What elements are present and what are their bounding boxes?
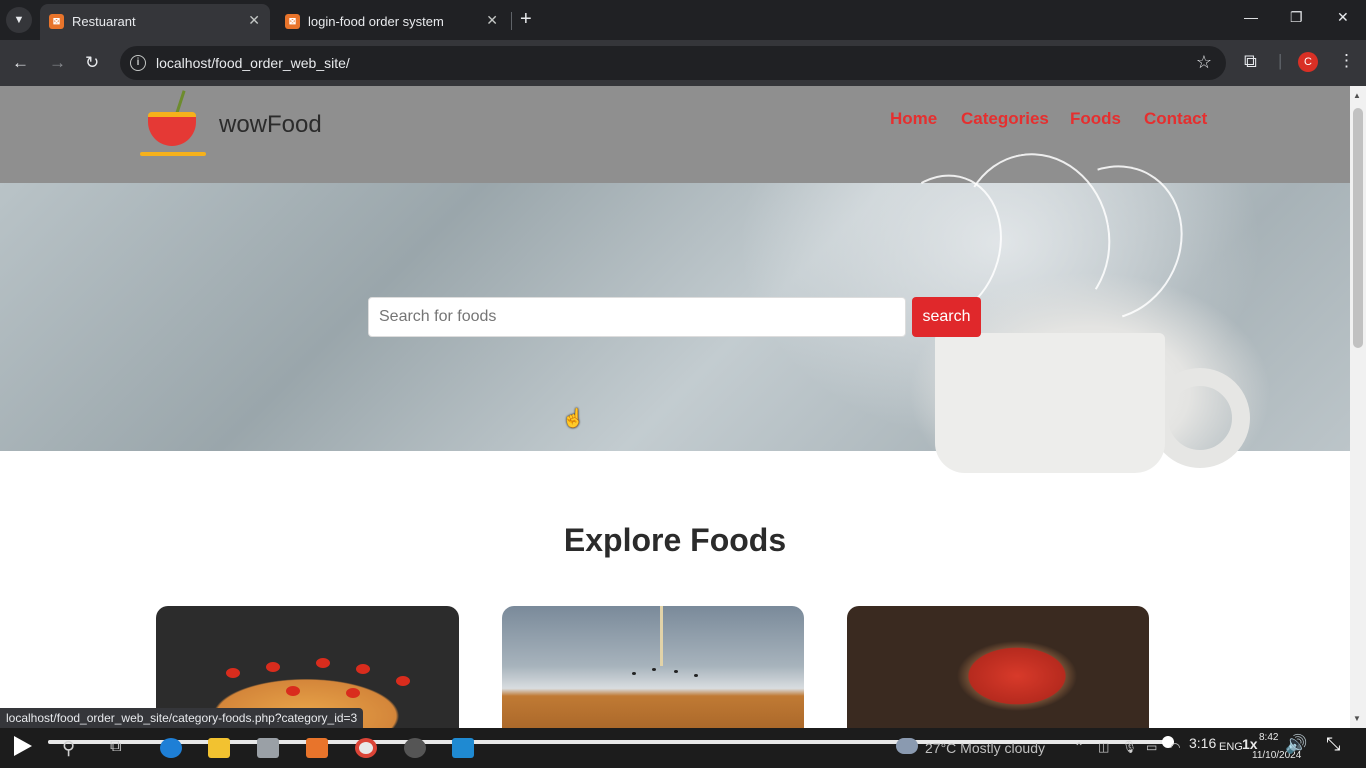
input-language[interactable]: ENG (1219, 741, 1243, 753)
pizza-topping (286, 686, 300, 696)
sesame-seed (694, 674, 698, 677)
browser-menu-kebab-icon[interactable]: ⋮ (1338, 51, 1355, 71)
minimize-icon[interactable]: — (1244, 9, 1258, 25)
address-bar[interactable]: i localhost/food_order_web_site/ ☆ (120, 46, 1226, 80)
edge-browser-icon[interactable] (160, 738, 182, 758)
reload-icon[interactable]: ↻ (85, 53, 99, 73)
address-url[interactable]: localhost/food_order_web_site/ (156, 55, 350, 71)
weather-widget[interactable]: 27°C Mostly cloudy (925, 740, 1045, 756)
bookmark-star-icon[interactable]: ☆ (1196, 52, 1212, 73)
task-view-icon[interactable]: ⧉ (110, 738, 121, 756)
search-input[interactable] (368, 297, 906, 337)
xampp-favicon-icon: ⊠ (49, 14, 64, 29)
video-player-bar: ⚲ ⧉ 27°C Mostly cloudy ⌃ ◫ 🎙 ▭ ◠ 3:16 EN… (0, 728, 1366, 768)
pizza-topping (346, 688, 360, 698)
nav-categories[interactable]: Categories (961, 109, 1049, 129)
pizza-topping (266, 662, 280, 672)
search-icon[interactable]: ⚲ (62, 738, 75, 759)
cloudy-weather-icon (896, 738, 918, 754)
microphone-icon[interactable]: 🎙 (1122, 740, 1137, 754)
play-icon[interactable] (14, 736, 32, 756)
chrome-icon[interactable] (355, 738, 377, 758)
coffee-mug-image (935, 333, 1165, 473)
browser-tab-bar: ▼ ⊠ Restuarant ✕ ⊠ login-food order syst… (0, 0, 1366, 40)
hand-cursor-icon: ☝ (562, 408, 585, 428)
tab-login-food-order[interactable]: ⊠ login-food order system ✕ (276, 4, 508, 40)
category-card-burger[interactable] (502, 606, 804, 728)
tab-title: login-food order system (308, 14, 444, 29)
close-tab-icon[interactable]: ✕ (486, 12, 498, 29)
bowl-logo-icon[interactable] (148, 112, 196, 146)
profile-avatar[interactable]: C (1298, 52, 1318, 72)
xampp-icon[interactable] (306, 738, 328, 758)
new-tab-plus-icon[interactable]: + (520, 9, 532, 29)
vscode-icon[interactable] (452, 738, 474, 758)
tab-restaurant[interactable]: ⊠ Restuarant ✕ (40, 4, 270, 40)
brand-name[interactable]: wowFood (219, 111, 322, 139)
mail-icon[interactable] (257, 738, 279, 758)
category-card-soup[interactable] (847, 606, 1149, 728)
pizza-topping (396, 676, 410, 686)
wifi-icon[interactable]: ◠ (1170, 740, 1180, 754)
pizza-topping (356, 664, 370, 674)
restore-icon[interactable]: ❐ (1290, 9, 1303, 26)
tab-title: Restuarant (72, 14, 136, 29)
sesame-seed (632, 672, 636, 675)
clock-time: 8:42 (1259, 732, 1279, 743)
tab-divider (511, 12, 512, 30)
search-button[interactable]: search (912, 297, 981, 337)
scrollbar-thumb[interactable] (1353, 108, 1363, 348)
sesame-seed (652, 668, 656, 671)
toolbar-divider: | (1278, 51, 1283, 70)
battery-icon[interactable]: ▭ (1146, 740, 1157, 754)
forward-arrow-icon[interactable]: → (49, 53, 66, 73)
site-header: wowFood Home Categories Foods Contact (0, 86, 1350, 183)
scroll-up-arrow-icon[interactable]: ▲ (1353, 91, 1361, 100)
nav-foods[interactable]: Foods (1070, 109, 1121, 129)
pizza-topping (316, 658, 330, 668)
nav-contact[interactable]: Contact (1144, 109, 1207, 129)
link-status-bar: localhost/food_order_web_site/category-f… (0, 708, 364, 728)
back-arrow-icon[interactable]: ← (12, 53, 29, 73)
section-title: Explore Foods (563, 522, 787, 558)
sesame-seed (674, 670, 678, 673)
extensions-puzzle-icon[interactable]: ⧉ (1244, 51, 1257, 71)
page-scrollbar[interactable]: ▲ ▼ (1350, 86, 1366, 728)
exit-fullscreen-icon[interactable]: ⤡ (1326, 734, 1340, 755)
volume-icon[interactable]: 🔊 (1285, 734, 1307, 755)
network-icon[interactable]: ◫ (1098, 740, 1109, 754)
tab-search-chevron-icon[interactable]: ▼ (6, 7, 32, 33)
close-tab-icon[interactable]: ✕ (248, 12, 260, 29)
page-viewport: wowFood Home Categories Foods Contact se… (0, 86, 1350, 728)
recorder-icon[interactable] (404, 738, 426, 758)
tray-overflow-chevron-icon[interactable]: ⌃ (1074, 740, 1084, 754)
browser-toolbar: ← → ↻ i localhost/food_order_web_site/ ☆… (0, 40, 1366, 86)
nav-home[interactable]: Home (890, 109, 937, 129)
close-window-icon[interactable]: ✕ (1337, 9, 1349, 26)
scroll-down-arrow-icon[interactable]: ▼ (1353, 714, 1361, 723)
xampp-favicon-icon: ⊠ (285, 14, 300, 29)
burger-skewer (660, 606, 663, 666)
logo-splash (140, 152, 206, 156)
video-time: 3:16 (1189, 735, 1217, 751)
hero-search-section: search (0, 138, 1350, 473)
file-explorer-icon[interactable] (208, 738, 230, 758)
site-info-icon[interactable]: i (130, 55, 146, 71)
pizza-topping (226, 668, 240, 678)
mug-handle (1150, 368, 1250, 468)
